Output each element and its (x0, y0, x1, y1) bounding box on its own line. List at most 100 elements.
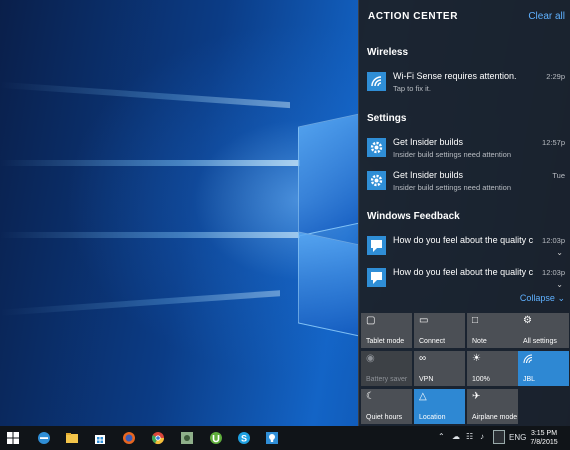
svg-text:S: S (241, 434, 247, 444)
taskbar-tips[interactable] (259, 428, 285, 448)
notification-insider-builds[interactable]: Get Insider builds Insider build setting… (361, 134, 569, 164)
chrome-icon (151, 432, 164, 445)
chevron-down-icon: ⌄ (557, 293, 565, 303)
taskbar-app[interactable] (174, 428, 200, 448)
wifi-icon (523, 354, 533, 367)
tablet-icon: ▢ (366, 315, 376, 326)
tile-label: VPN (419, 376, 434, 383)
notification-wifi-sense[interactable]: Wi-Fi Sense requires attention. Tap to f… (361, 68, 569, 98)
tile-label: 100% (472, 376, 490, 383)
notification-time: 12:03p (542, 268, 565, 277)
clock[interactable]: 3:15 PM 7/8/2015 (528, 429, 560, 447)
tile-location[interactable]: △ Location (414, 389, 465, 424)
windows-logo-pane (298, 231, 360, 337)
taskbar-skype[interactable]: S (231, 428, 257, 448)
taskbar-store[interactable] (87, 428, 113, 448)
utorrent-icon (210, 432, 222, 444)
gear-icon (367, 171, 386, 190)
clock-time: 3:15 PM (530, 430, 558, 437)
light-beam (0, 290, 280, 316)
collapse-button[interactable]: Collapse ⌄ (520, 293, 565, 304)
tray-app-icon[interactable]: ☁ (452, 432, 460, 441)
app-icon (181, 432, 193, 444)
edge-icon (38, 432, 50, 444)
feedback-icon (367, 236, 386, 255)
tile-label: Battery saver (366, 376, 408, 383)
tips-icon (266, 432, 278, 444)
notification-subtitle: Tap to fix it. (393, 84, 431, 93)
skype-icon: S (238, 432, 250, 444)
network-icon[interactable]: ☷ (466, 432, 473, 441)
notification-title: Wi-Fi Sense requires attention. (393, 71, 517, 81)
vpn-icon: ∞ (419, 353, 427, 364)
connect-icon: ▭ (419, 315, 429, 326)
firefox-icon (123, 432, 135, 444)
group-title-wireless: Wireless (367, 47, 409, 58)
notification-subtitle: Insider build settings need attention (393, 150, 511, 159)
notification-subtitle: Insider build settings need attention (393, 183, 511, 192)
action-center-header: ACTION CENTER Clear all (359, 0, 570, 34)
notification-title: Get Insider builds (393, 137, 464, 147)
taskbar-file-explorer[interactable] (59, 428, 85, 448)
tile-battery-saver[interactable]: ◉ Battery saver (361, 351, 412, 386)
tile-all-settings[interactable]: ⚙ All settings (518, 313, 569, 348)
battery-saver-icon: ◉ (366, 353, 375, 364)
tile-label: Quiet hours (366, 414, 403, 421)
volume-icon[interactable]: ♪ (480, 432, 484, 441)
light-beam (0, 160, 300, 166)
tile-label: Location (419, 414, 446, 421)
light-beam (0, 81, 290, 109)
notification-feedback[interactable]: How do you feel about the quality c 12:0… (361, 232, 569, 262)
tile-vpn[interactable]: ∞ VPN (414, 351, 465, 386)
notification-title: Get Insider builds (393, 170, 464, 180)
tile-wifi-jbl[interactable]: JBL (518, 351, 569, 386)
action-center-panel: ACTION CENTER Clear all Wireless Wi-Fi S… (358, 0, 570, 426)
notification-time: Tue (552, 171, 565, 180)
wifi-icon (367, 72, 386, 91)
tile-note[interactable]: □ Note (467, 313, 518, 348)
moon-icon: ☾ (366, 391, 375, 402)
start-button[interactable] (0, 428, 26, 448)
group-title-windows-feedback: Windows Feedback (367, 211, 460, 222)
gear-icon: ⚙ (523, 315, 532, 326)
feedback-icon (367, 268, 386, 287)
group-title-settings: Settings (367, 113, 407, 124)
brightness-icon: ☀ (472, 353, 481, 364)
gear-icon (367, 138, 386, 157)
notification-time: 12:57p (542, 138, 565, 147)
tile-quiet-hours[interactable]: ☾ Quiet hours (361, 389, 412, 424)
action-center-title: ACTION CENTER (368, 11, 459, 22)
chevron-down-icon[interactable]: ⌄ (556, 280, 563, 289)
notification-insider-builds[interactable]: Get Insider builds Insider build setting… (361, 167, 569, 197)
show-hidden-icons-chevron-up-icon[interactable]: ⌃ (438, 432, 445, 441)
action-center-icon[interactable] (493, 430, 505, 444)
tile-label: Connect (419, 338, 446, 345)
language-indicator[interactable]: ENG (509, 433, 526, 442)
clear-all-button[interactable]: Clear all (528, 11, 565, 22)
taskbar-chrome[interactable] (145, 428, 171, 448)
light-beam (0, 232, 300, 238)
notification-title: How do you feel about the quality c (393, 235, 534, 245)
store-icon (95, 435, 105, 444)
clock-date: 7/8/2015 (530, 439, 558, 446)
tile-label: Tablet mode (366, 338, 405, 345)
tile-tablet-mode[interactable]: ▢ Tablet mode (361, 313, 412, 348)
tile-label: JBL (523, 376, 536, 383)
notification-time: 12:03p (542, 236, 565, 245)
tile-label: Note (472, 338, 487, 345)
location-icon: △ (419, 391, 427, 402)
taskbar-utorrent[interactable] (203, 428, 229, 448)
tile-connect[interactable]: ▭ Connect (414, 313, 465, 348)
taskbar-edge[interactable] (31, 428, 57, 448)
tile-label: Airplane mode (472, 414, 518, 421)
notification-feedback[interactable]: How do you feel about the quality c 12:0… (361, 264, 569, 294)
tile-label: All settings (523, 338, 557, 345)
tile-brightness[interactable]: ☀ 100% (467, 351, 518, 386)
taskbar: S ⌃ ☁ ☷ ♪ ENG 3:15 PM 7/8/2015 (0, 426, 570, 450)
chevron-down-icon[interactable]: ⌄ (556, 248, 563, 257)
airplane-icon: ✈ (472, 391, 481, 402)
windows-logo-pane (298, 113, 360, 237)
taskbar-firefox[interactable] (116, 428, 142, 448)
note-icon: □ (472, 315, 479, 326)
tile-airplane-mode[interactable]: ✈ Airplane mode (467, 389, 518, 424)
